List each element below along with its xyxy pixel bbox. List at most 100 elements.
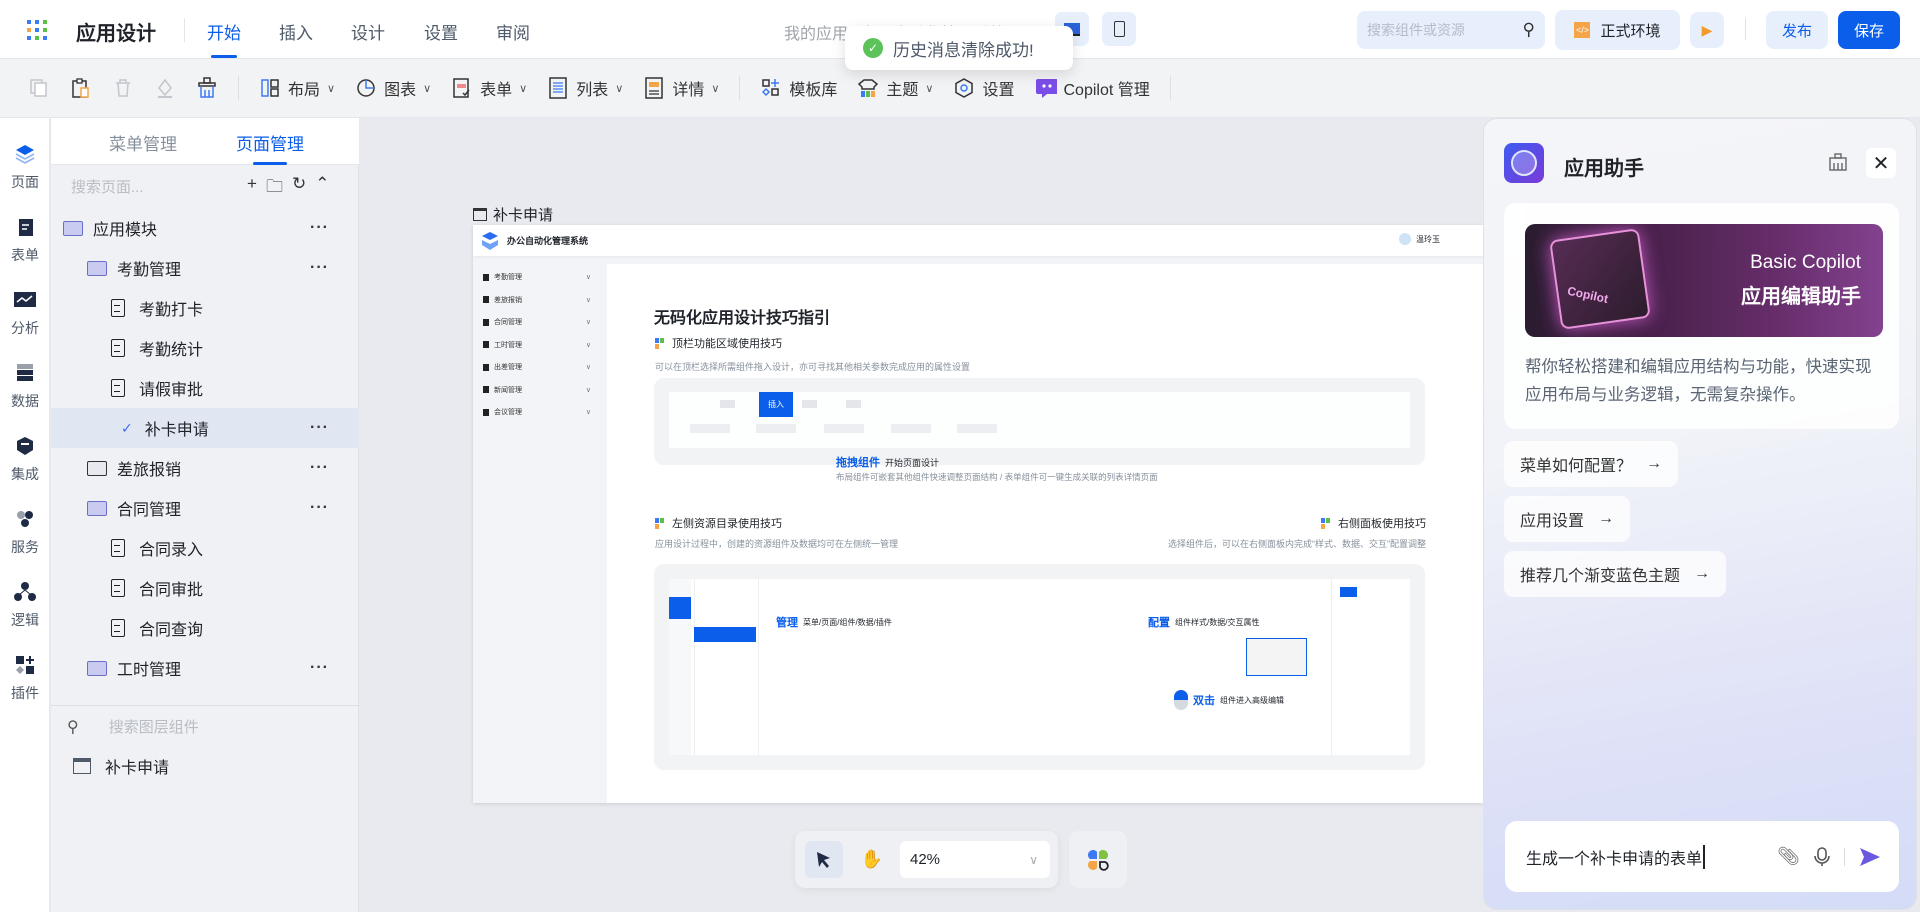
apps-button[interactable] (1069, 831, 1127, 888)
clear-format-button[interactable] (154, 70, 176, 106)
more-icon[interactable]: ··· (310, 219, 329, 237)
tree-item[interactable]: 应用模块 ··· (51, 208, 359, 248)
close-button[interactable]: ✕ (1866, 148, 1896, 178)
layer-item[interactable]: 补卡申请 (73, 754, 169, 778)
refresh-icon[interactable]: ↻ (292, 174, 306, 203)
chat-input[interactable]: 生成一个补卡申请的表单 📎︎ (1505, 821, 1899, 892)
hexagon-settings-icon (953, 77, 975, 99)
mobile-view-button[interactable] (1102, 12, 1136, 46)
layer-search-input[interactable]: ⚲ 搜索图层组件 (67, 716, 199, 737)
tree-item[interactable]: 合同审批 (51, 568, 359, 608)
list-menu[interactable]: 列表 ∨ (547, 70, 623, 106)
tab-insert[interactable]: 插入 (279, 19, 313, 44)
page-icon (111, 339, 125, 357)
rail-item-2[interactable]: 分析 (0, 288, 50, 338)
tree-item[interactable]: 考勤打卡 (51, 288, 359, 328)
chevron-down-icon: ∨ (585, 296, 591, 304)
more-icon[interactable]: ··· (310, 499, 329, 517)
suggestion-chip[interactable]: 推荐几个渐变蓝色主题 → (1504, 551, 1727, 597)
divider (184, 18, 185, 42)
window-icon (73, 758, 91, 774)
tree-item-label: 请假审批 (139, 382, 204, 399)
rail-item-label: 数据 (11, 393, 39, 409)
tree-item[interactable]: 合同查询 (51, 608, 359, 648)
add-folder-icon[interactable]: 🗀 (266, 174, 283, 203)
tab-design[interactable]: 设计 (351, 19, 385, 44)
tree-item[interactable]: 考勤管理 ··· (51, 248, 359, 288)
rail-item-6[interactable]: 逻辑 (0, 580, 50, 630)
preview-menu-item: 工时管理 ∨ (483, 340, 591, 350)
selected-component-illustration (1246, 638, 1307, 676)
rail-item-7[interactable]: 插件 (0, 653, 50, 703)
microphone-icon[interactable] (1814, 846, 1830, 867)
chat-input-value[interactable]: 生成一个补卡申请的表单 (1526, 844, 1706, 869)
rail-item-1[interactable]: 表单 (0, 215, 50, 265)
tab-menu-manage[interactable]: 菜单管理 (109, 130, 177, 155)
delete-button[interactable] (112, 70, 134, 106)
rail-item-4[interactable]: 集成 (0, 434, 50, 484)
add-icon[interactable]: + (247, 174, 257, 203)
tab-review[interactable]: 审阅 (496, 19, 530, 44)
dblclick-desc: 组件进入高级编辑 (1220, 695, 1284, 705)
tree-item[interactable]: 合同管理 ··· (51, 488, 359, 528)
environment-button[interactable]: </> 正式环境 (1555, 10, 1680, 50)
theme-menu[interactable]: 主题 ∨ (857, 70, 933, 106)
assistant-title: 应用助手 (1564, 158, 1644, 180)
rail-item-5[interactable]: 服务 (0, 507, 50, 557)
zoom-value: 42% (910, 851, 941, 868)
tree-item-label: 补卡申请 (144, 422, 209, 439)
pan-tool-button[interactable]: ✋ (853, 841, 891, 878)
tree-item[interactable]: ✓ 补卡申请 ··· (51, 408, 359, 448)
template-library-button[interactable]: 模板库 (760, 70, 837, 106)
layout-menu[interactable]: 布局 ∨ (259, 70, 335, 106)
divider (238, 76, 239, 100)
clear-history-button[interactable] (1828, 153, 1850, 173)
tree-item[interactable]: 差旅报销 ··· (51, 448, 359, 488)
suggestion-text: 菜单如何配置？ (1520, 458, 1633, 475)
tab-start[interactable]: 开始 (207, 19, 241, 58)
check-icon: ✓ (121, 419, 133, 436)
frame-label[interactable]: 补卡申请 (473, 204, 553, 225)
page-preview[interactable]: 办公自动化管理系统 温玲玉 考勤管理 ∨ 差旅报销 ∨ 合同管理 ∨ 工时管理 ∨ 出差管理 ∨ 新… (473, 225, 1483, 803)
tab-page-manage[interactable]: 页面管理 (236, 130, 304, 165)
tree-item[interactable]: 请假审批 (51, 368, 359, 408)
more-icon[interactable]: ··· (310, 459, 329, 477)
tree-item[interactable]: 合同录入 (51, 528, 359, 568)
rail-item-0[interactable]: 页面 (0, 142, 50, 192)
more-icon[interactable]: ··· (310, 659, 329, 677)
tab-settings[interactable]: 设置 (424, 19, 458, 44)
insert-tab-illustration: 插入 (759, 392, 793, 417)
more-icon[interactable]: ··· (310, 259, 329, 277)
zoom-select[interactable]: 42% ∨ (900, 841, 1050, 878)
suggestion-chip[interactable]: 应用设置 → (1504, 496, 1631, 542)
chevron-down-icon: ∨ (585, 319, 591, 326)
rail-item-3[interactable]: 数据 (0, 361, 50, 411)
copilot-manage-button[interactable]: Copilot 管理 (1035, 70, 1150, 106)
tree-item-label: 应用模块 (93, 222, 158, 239)
publish-button[interactable]: 发布 (1766, 11, 1828, 49)
paste-button[interactable] (70, 70, 92, 106)
collapse-all-icon[interactable]: ⌃ (315, 174, 329, 203)
form-menu[interactable]: 表单 ∨ (451, 70, 527, 106)
settings-button[interactable]: 设置 (953, 70, 1015, 106)
app-grid-icon[interactable] (27, 20, 47, 40)
chart-menu[interactable]: 图表 ∨ (355, 70, 431, 106)
detail-menu[interactable]: 详情 ∨ (643, 70, 719, 106)
preview-button[interactable]: ▶ (1690, 12, 1724, 48)
component-search-input[interactable]: 搜索组件或资源 ⚲ (1357, 11, 1545, 49)
copy-button[interactable] (28, 70, 50, 106)
select-tool-button[interactable] (805, 841, 843, 878)
suggestion-chip[interactable]: 菜单如何配置？ → (1504, 441, 1679, 487)
system-name: 办公自动化管理系统 (507, 236, 589, 246)
tree-item[interactable]: 工时管理 ··· (51, 648, 359, 688)
chevron-down-icon: ∨ (585, 409, 591, 416)
send-icon[interactable] (1859, 847, 1881, 867)
rail-item-label: 分析 (11, 320, 39, 336)
tree-item[interactable]: 考勤统计 (51, 328, 359, 368)
more-icon[interactable]: ··· (310, 419, 329, 437)
paperclip-icon[interactable]: 📎︎ (1777, 846, 1800, 867)
arrow-right-icon: → (1598, 510, 1615, 527)
page-search-input[interactable]: 搜索页面... (71, 176, 144, 197)
save-button[interactable]: 保存 (1838, 11, 1900, 49)
clean-button[interactable] (196, 70, 218, 106)
